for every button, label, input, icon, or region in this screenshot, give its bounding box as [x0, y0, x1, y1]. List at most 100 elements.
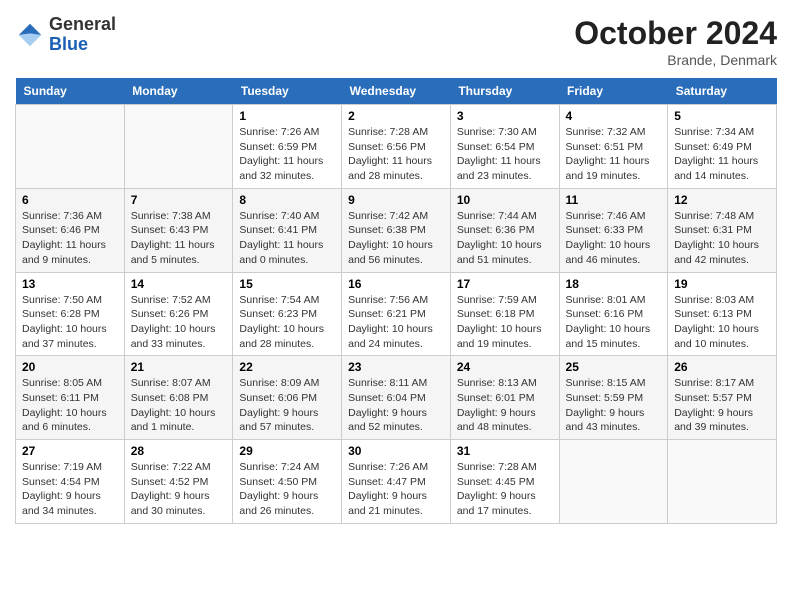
day-number: 13	[22, 277, 118, 291]
day-number: 26	[674, 360, 770, 374]
day-number: 27	[22, 444, 118, 458]
day-number: 30	[348, 444, 444, 458]
day-info: Sunrise: 7:36 AM Sunset: 6:46 PM Dayligh…	[22, 209, 118, 268]
day-info: Sunrise: 7:28 AM Sunset: 4:45 PM Dayligh…	[457, 460, 553, 519]
day-header-thursday: Thursday	[450, 78, 559, 105]
logo-icon	[15, 20, 45, 50]
day-info: Sunrise: 7:59 AM Sunset: 6:18 PM Dayligh…	[457, 293, 553, 352]
day-info: Sunrise: 8:07 AM Sunset: 6:08 PM Dayligh…	[131, 376, 227, 435]
calendar-cell: 31 Sunrise: 7:28 AM Sunset: 4:45 PM Dayli…	[450, 440, 559, 524]
day-number: 3	[457, 109, 553, 123]
day-info: Sunrise: 7:30 AM Sunset: 6:54 PM Dayligh…	[457, 125, 553, 184]
month-title: October 2024	[574, 15, 777, 52]
calendar-cell: 8Sunrise: 7:40 AM Sunset: 6:41 PM Daylig…	[233, 188, 342, 272]
day-number: 15	[239, 277, 335, 291]
calendar-week-4: 20Sunrise: 8:05 AM Sunset: 6:11 PM Dayli…	[16, 356, 777, 440]
calendar-cell: 29 Sunrise: 7:24 AM Sunset: 4:50 PM Dayli…	[233, 440, 342, 524]
day-number: 19	[674, 277, 770, 291]
day-info: Sunrise: 7:26 AM Sunset: 6:59 PM Dayligh…	[239, 125, 335, 184]
calendar-week-1: 1 Sunrise: 7:26 AM Sunset: 6:59 PM Daylig…	[16, 105, 777, 189]
day-number: 14	[131, 277, 227, 291]
day-info: Sunrise: 8:15 AM Sunset: 5:59 PM Dayligh…	[566, 376, 662, 435]
day-info: Sunrise: 7:32 AM Sunset: 6:51 PM Dayligh…	[566, 125, 662, 184]
day-number: 16	[348, 277, 444, 291]
calendar-cell: 22 Sunrise: 8:09 AM Sunset: 6:06 PM Dayli…	[233, 356, 342, 440]
calendar-cell: 15 Sunrise: 7:54 AM Sunset: 6:23 PM Dayli…	[233, 272, 342, 356]
day-number: 6	[22, 193, 118, 207]
day-info: Sunrise: 7:52 AM Sunset: 6:26 PM Dayligh…	[131, 293, 227, 352]
calendar-header-row: SundayMondayTuesdayWednesdayThursdayFrid…	[16, 78, 777, 105]
calendar-cell: 10 Sunrise: 7:44 AM Sunset: 6:36 PM Dayli…	[450, 188, 559, 272]
calendar-week-2: 6 Sunrise: 7:36 AM Sunset: 6:46 PM Daylig…	[16, 188, 777, 272]
day-info: Sunrise: 8:03 AM Sunset: 6:13 PM Dayligh…	[674, 293, 770, 352]
calendar-cell: 11 Sunrise: 7:46 AM Sunset: 6:33 PM Dayli…	[559, 188, 668, 272]
calendar-cell: 20Sunrise: 8:05 AM Sunset: 6:11 PM Dayli…	[16, 356, 125, 440]
day-header-tuesday: Tuesday	[233, 78, 342, 105]
calendar-cell: 30 Sunrise: 7:26 AM Sunset: 4:47 PM Dayli…	[342, 440, 451, 524]
day-number: 23	[348, 360, 444, 374]
calendar-cell: 4 Sunrise: 7:32 AM Sunset: 6:51 PM Daylig…	[559, 105, 668, 189]
day-number: 29	[239, 444, 335, 458]
calendar-cell: 25Sunrise: 8:15 AM Sunset: 5:59 PM Dayli…	[559, 356, 668, 440]
day-number: 10	[457, 193, 553, 207]
day-info: Sunrise: 7:38 AM Sunset: 6:43 PM Dayligh…	[131, 209, 227, 268]
day-number: 4	[566, 109, 662, 123]
calendar: SundayMondayTuesdayWednesdayThursdayFrid…	[15, 78, 777, 524]
day-number: 31	[457, 444, 553, 458]
day-number: 17	[457, 277, 553, 291]
calendar-cell	[668, 440, 777, 524]
calendar-week-3: 13 Sunrise: 7:50 AM Sunset: 6:28 PM Dayli…	[16, 272, 777, 356]
calendar-cell: 9 Sunrise: 7:42 AM Sunset: 6:38 PM Daylig…	[342, 188, 451, 272]
logo: General Blue	[15, 15, 116, 55]
calendar-cell: 13 Sunrise: 7:50 AM Sunset: 6:28 PM Dayli…	[16, 272, 125, 356]
day-info: Sunrise: 7:48 AM Sunset: 6:31 PM Dayligh…	[674, 209, 770, 268]
day-number: 20	[22, 360, 118, 374]
location: Brande, Denmark	[574, 52, 777, 68]
day-number: 11	[566, 193, 662, 207]
day-info: Sunrise: 7:46 AM Sunset: 6:33 PM Dayligh…	[566, 209, 662, 268]
day-info: Sunrise: 7:19 AM Sunset: 4:54 PM Dayligh…	[22, 460, 118, 519]
day-info: Sunrise: 7:54 AM Sunset: 6:23 PM Dayligh…	[239, 293, 335, 352]
calendar-cell: 24Sunrise: 8:13 AM Sunset: 6:01 PM Dayli…	[450, 356, 559, 440]
day-header-friday: Friday	[559, 78, 668, 105]
calendar-cell: 21 Sunrise: 8:07 AM Sunset: 6:08 PM Dayli…	[124, 356, 233, 440]
title-section: October 2024 Brande, Denmark	[574, 15, 777, 68]
day-header-saturday: Saturday	[668, 78, 777, 105]
day-info: Sunrise: 7:24 AM Sunset: 4:50 PM Dayligh…	[239, 460, 335, 519]
day-number: 18	[566, 277, 662, 291]
day-number: 22	[239, 360, 335, 374]
day-number: 12	[674, 193, 770, 207]
day-info: Sunrise: 7:34 AM Sunset: 6:49 PM Dayligh…	[674, 125, 770, 184]
calendar-cell: 26 Sunrise: 8:17 AM Sunset: 5:57 PM Dayli…	[668, 356, 777, 440]
day-info: Sunrise: 8:17 AM Sunset: 5:57 PM Dayligh…	[674, 376, 770, 435]
day-header-wednesday: Wednesday	[342, 78, 451, 105]
day-number: 1	[239, 109, 335, 123]
day-number: 5	[674, 109, 770, 123]
calendar-cell: 6 Sunrise: 7:36 AM Sunset: 6:46 PM Daylig…	[16, 188, 125, 272]
day-info: Sunrise: 7:42 AM Sunset: 6:38 PM Dayligh…	[348, 209, 444, 268]
day-info: Sunrise: 7:50 AM Sunset: 6:28 PM Dayligh…	[22, 293, 118, 352]
header: General Blue October 2024 Brande, Denmar…	[15, 15, 777, 68]
calendar-cell: 1 Sunrise: 7:26 AM Sunset: 6:59 PM Daylig…	[233, 105, 342, 189]
day-info: Sunrise: 7:22 AM Sunset: 4:52 PM Dayligh…	[131, 460, 227, 519]
day-number: 7	[131, 193, 227, 207]
calendar-cell: 5 Sunrise: 7:34 AM Sunset: 6:49 PM Daylig…	[668, 105, 777, 189]
day-info: Sunrise: 7:28 AM Sunset: 6:56 PM Dayligh…	[348, 125, 444, 184]
logo-general: General	[49, 14, 116, 34]
calendar-cell: 17 Sunrise: 7:59 AM Sunset: 6:18 PM Dayli…	[450, 272, 559, 356]
calendar-cell: 18 Sunrise: 8:01 AM Sunset: 6:16 PM Dayli…	[559, 272, 668, 356]
calendar-cell: 27 Sunrise: 7:19 AM Sunset: 4:54 PM Dayli…	[16, 440, 125, 524]
day-info: Sunrise: 8:09 AM Sunset: 6:06 PM Dayligh…	[239, 376, 335, 435]
day-number: 24	[457, 360, 553, 374]
calendar-cell: 16Sunrise: 7:56 AM Sunset: 6:21 PM Dayli…	[342, 272, 451, 356]
day-number: 9	[348, 193, 444, 207]
day-info: Sunrise: 7:26 AM Sunset: 4:47 PM Dayligh…	[348, 460, 444, 519]
day-info: Sunrise: 8:01 AM Sunset: 6:16 PM Dayligh…	[566, 293, 662, 352]
calendar-cell: 14 Sunrise: 7:52 AM Sunset: 6:26 PM Dayli…	[124, 272, 233, 356]
day-number: 21	[131, 360, 227, 374]
calendar-cell: 28Sunrise: 7:22 AM Sunset: 4:52 PM Dayli…	[124, 440, 233, 524]
day-number: 8	[239, 193, 335, 207]
day-number: 2	[348, 109, 444, 123]
day-info: Sunrise: 7:44 AM Sunset: 6:36 PM Dayligh…	[457, 209, 553, 268]
day-info: Sunrise: 8:11 AM Sunset: 6:04 PM Dayligh…	[348, 376, 444, 435]
